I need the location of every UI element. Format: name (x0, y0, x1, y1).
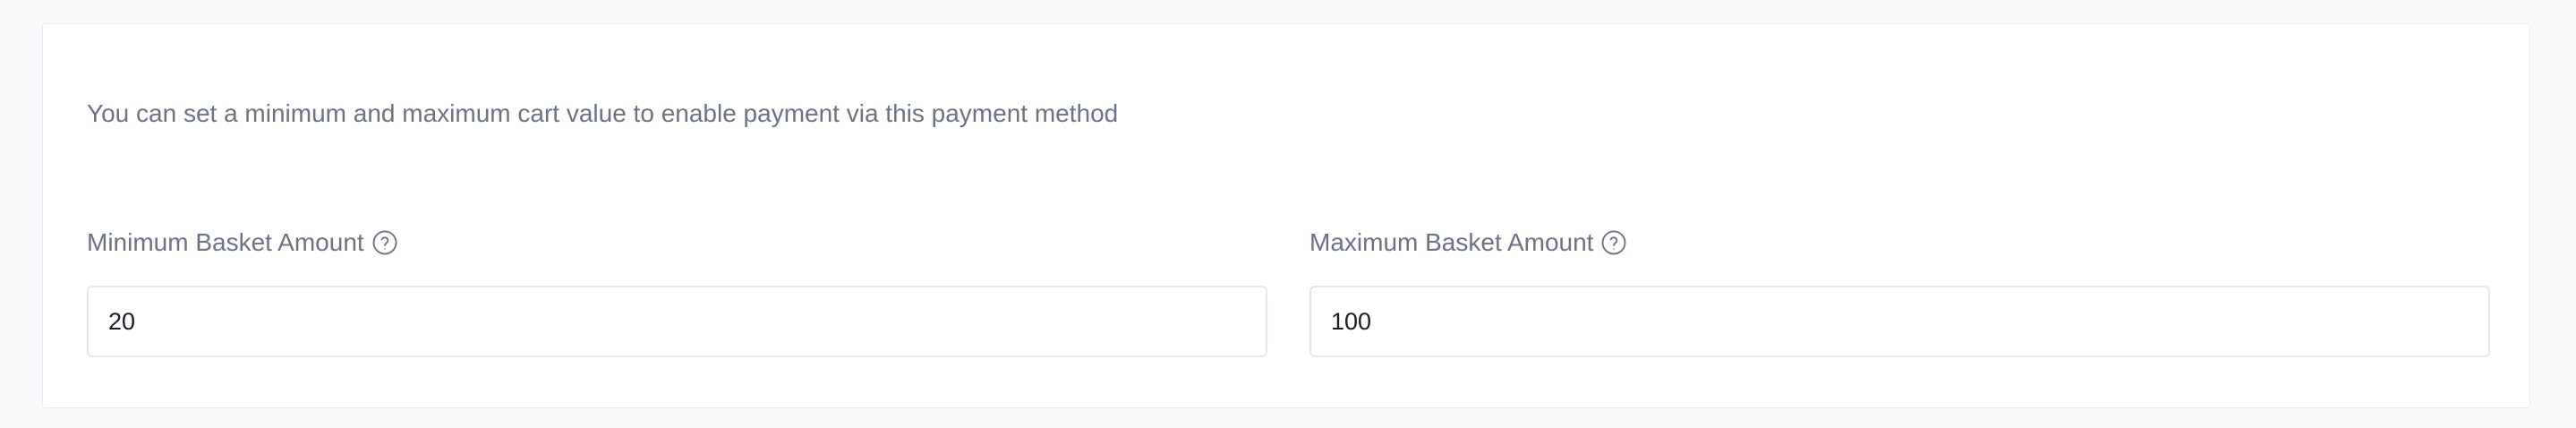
min-basket-label-row: Minimum Basket Amount (87, 225, 1267, 261)
max-basket-label-row: Maximum Basket Amount (1309, 225, 2490, 261)
max-basket-label: Maximum Basket Amount (1309, 228, 1594, 256)
basket-amount-description: You can set a minimum and maximum cart v… (87, 99, 1119, 127)
max-basket-field: Maximum Basket Amount (1309, 225, 2490, 357)
min-basket-label: Minimum Basket Amount (87, 228, 364, 256)
question-circle-icon[interactable] (1600, 229, 1627, 256)
min-basket-field: Minimum Basket Amount (87, 225, 1267, 357)
min-basket-input[interactable] (87, 286, 1267, 357)
max-basket-input[interactable] (1309, 286, 2490, 357)
question-circle-icon[interactable] (371, 229, 398, 256)
basket-amount-card: You can set a minimum and maximum cart v… (42, 23, 2530, 408)
